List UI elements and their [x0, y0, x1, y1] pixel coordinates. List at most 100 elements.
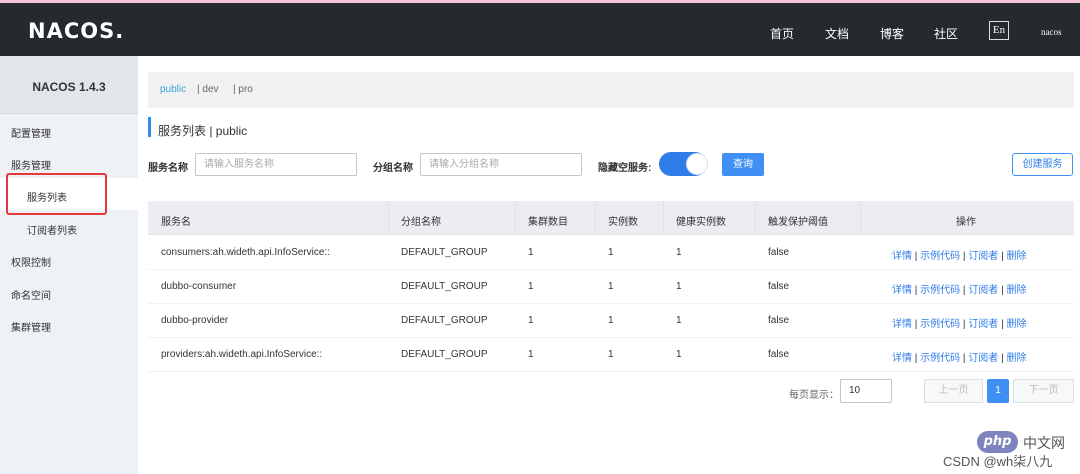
title-accent-bar — [148, 117, 151, 137]
sample-code-link[interactable]: 示例代码 — [920, 353, 960, 364]
namespace-dev[interactable]: | dev — [197, 84, 219, 95]
col-service-name[interactable]: 服务名 — [161, 213, 191, 228]
sidebar-item-config[interactable]: 配置管理 — [11, 125, 51, 140]
cell-service-name: consumers:ah.wideth.api.InfoService:: — [161, 247, 330, 258]
cell-group-name: DEFAULT_GROUP — [401, 349, 488, 360]
next-page-button[interactable]: 下一页 — [1013, 379, 1074, 403]
cell-service-name: providers:ah.wideth.api.InfoService:: — [161, 349, 323, 360]
cell-instance-count: 1 — [608, 247, 614, 258]
subscriber-link[interactable]: 订阅者 — [968, 319, 998, 330]
detail-link[interactable]: 详情 — [892, 251, 912, 262]
php-cn-text: 中文网 — [1023, 435, 1065, 451]
group-name-label: 分组名称 — [373, 163, 413, 174]
namespace-public[interactable]: public — [160, 84, 186, 95]
cell-service-name: dubbo-consumer — [161, 281, 237, 292]
prev-page-button[interactable]: 上一页 — [924, 379, 983, 403]
sidebar-version: NACOS 1.4.3 — [32, 80, 106, 94]
cell-protect-threshold: false — [768, 315, 790, 326]
sidebar-version-box: NACOS 1.4.3 — [0, 56, 138, 114]
cell-instance-count: 1 — [608, 349, 614, 360]
cell-group-name: DEFAULT_GROUP — [401, 315, 488, 326]
cell-protect-threshold: false — [768, 247, 790, 258]
col-group-name[interactable]: 分组名称 — [401, 213, 441, 228]
col-divider — [755, 201, 756, 235]
namespace-pro[interactable]: | pro — [233, 84, 253, 95]
cell-cluster-count: 1 — [528, 315, 534, 326]
sidebar: NACOS 1.4.3 配置管理 服务管理 服务列表 订阅者列表 权限控制 命名… — [0, 56, 138, 474]
row-actions: 详情 | 示例代码 | 订阅者 | 删除 — [892, 251, 1027, 262]
nav-blog[interactable]: 博客 — [880, 25, 904, 42]
col-divider — [388, 201, 389, 235]
col-actions: 操作 — [956, 217, 976, 228]
row-divider — [148, 371, 1074, 372]
delete-link[interactable]: 删除 — [1006, 353, 1026, 364]
sidebar-item-service-mgmt[interactable]: 服务管理 — [11, 157, 51, 172]
detail-link[interactable]: 详情 — [892, 285, 912, 296]
cell-healthy-count: 1 — [676, 315, 682, 326]
group-name-input[interactable] — [420, 153, 582, 176]
col-divider — [860, 201, 861, 235]
highlight-annotation-box — [6, 173, 107, 215]
page-size-select[interactable]: 10 — [840, 379, 892, 403]
subscriber-link[interactable]: 订阅者 — [968, 251, 998, 262]
col-divider — [515, 201, 516, 235]
page-size-label: 每页显示： — [789, 390, 839, 401]
service-name-input[interactable] — [195, 153, 357, 176]
cell-cluster-count: 1 — [528, 281, 534, 292]
cell-cluster-count: 1 — [528, 349, 534, 360]
col-protect-threshold[interactable]: 触发保护阈值 — [768, 213, 828, 228]
nav-docs[interactable]: 文档 — [825, 25, 849, 42]
sample-code-link[interactable]: 示例代码 — [920, 285, 960, 296]
col-healthy-count[interactable]: 健康实例数 — [676, 213, 726, 228]
current-page-button[interactable]: 1 — [987, 379, 1009, 403]
sidebar-item-subscribers[interactable]: 订阅者列表 — [27, 222, 77, 237]
sample-code-link[interactable]: 示例代码 — [920, 319, 960, 330]
top-header: NACOS. 首页 文档 博客 社区 En nacos — [0, 3, 1080, 56]
language-switch-button[interactable]: En — [989, 21, 1009, 40]
sidebar-item-cluster[interactable]: 集群管理 — [11, 319, 51, 334]
query-button[interactable]: 查询 — [722, 153, 764, 176]
user-menu[interactable]: nacos — [1041, 27, 1062, 37]
service-name-label: 服务名称 — [148, 163, 188, 174]
nav-community[interactable]: 社区 — [934, 25, 958, 42]
php-logo: php — [977, 431, 1018, 453]
sidebar-item-namespace[interactable]: 命名空间 — [11, 287, 51, 302]
delete-link[interactable]: 删除 — [1006, 285, 1026, 296]
create-service-button[interactable]: 创建服务 — [1012, 153, 1073, 176]
detail-link[interactable]: 详情 — [892, 353, 912, 364]
row-divider — [148, 337, 1074, 338]
col-cluster-count[interactable]: 集群数目 — [528, 213, 568, 228]
toggle-knob — [686, 153, 708, 175]
hide-empty-label: 隐藏空服务: — [598, 163, 652, 174]
page-title: 服务列表 | public — [158, 124, 248, 138]
csdn-watermark: CSDN @wh柒八九 — [943, 454, 1053, 469]
nacos-logo[interactable]: NACOS. — [28, 19, 124, 43]
delete-link[interactable]: 删除 — [1006, 251, 1026, 262]
sample-code-link[interactable]: 示例代码 — [920, 251, 960, 262]
cell-instance-count: 1 — [608, 315, 614, 326]
row-actions: 详情 | 示例代码 | 订阅者 | 删除 — [892, 285, 1027, 296]
subscriber-link[interactable]: 订阅者 — [968, 285, 998, 296]
detail-link[interactable]: 详情 — [892, 319, 912, 330]
row-actions: 详情 | 示例代码 | 订阅者 | 删除 — [892, 319, 1027, 330]
cell-service-name: dubbo-provider — [161, 315, 229, 326]
row-divider — [148, 303, 1074, 304]
cell-group-name: DEFAULT_GROUP — [401, 281, 488, 292]
cell-healthy-count: 1 — [676, 349, 682, 360]
nav-home[interactable]: 首页 — [770, 25, 794, 42]
cell-protect-threshold: false — [768, 281, 790, 292]
col-divider — [595, 201, 596, 235]
delete-link[interactable]: 删除 — [1006, 319, 1026, 330]
cell-instance-count: 1 — [608, 281, 614, 292]
sidebar-item-auth[interactable]: 权限控制 — [11, 254, 51, 269]
cell-protect-threshold: false — [768, 349, 790, 360]
row-actions: 详情 | 示例代码 | 订阅者 | 删除 — [892, 353, 1027, 364]
cell-healthy-count: 1 — [676, 281, 682, 292]
subscriber-link[interactable]: 订阅者 — [968, 353, 998, 364]
col-divider — [663, 201, 664, 235]
col-instance-count[interactable]: 实例数 — [608, 213, 638, 228]
cell-cluster-count: 1 — [528, 247, 534, 258]
cell-group-name: DEFAULT_GROUP — [401, 247, 488, 258]
row-divider — [148, 269, 1074, 270]
namespace-bar — [148, 72, 1074, 108]
